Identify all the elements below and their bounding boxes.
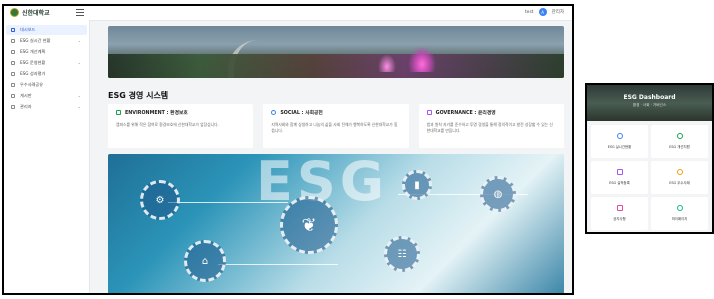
card-body: 캠퍼스를 위해 작은 참여로 환경보호에 신한대학교가 앞장섭니다.	[116, 122, 219, 127]
tile-label: 마이페이지	[671, 217, 688, 221]
bank-icon: ⌂	[184, 240, 226, 282]
sidebar-item-evaluation[interactable]: ESG 성과평가	[6, 69, 87, 79]
mobile-subtitle: 환경 · 사회 · 거버넌스	[632, 103, 667, 107]
chevron-down-icon: ⌄	[77, 38, 81, 43]
dashboard-icon	[11, 28, 15, 32]
network-icon: ☷	[384, 236, 420, 272]
board-icon	[11, 94, 15, 98]
megaphone-icon	[616, 205, 623, 211]
pie-chart-icon	[11, 39, 15, 43]
avatar[interactable]: A	[538, 8, 547, 16]
sidebar-item-board[interactable]: 게시판 ⌄	[6, 91, 87, 101]
sidebar-item-label: ESG 성과평가	[20, 71, 46, 76]
sidebar-item-label: ESG 개선계획	[20, 49, 46, 54]
campus-hero-image	[108, 26, 564, 78]
sidebar-item-label: ESG 실시간 현황	[20, 38, 51, 43]
sidebar-item-realtime[interactable]: ESG 실시간 현황 ⌄	[6, 36, 87, 46]
card-title: ENVIRONMENT : 환경보호	[125, 111, 188, 116]
sidebar-item-improvement[interactable]: ESG 개선계획	[6, 47, 87, 57]
tile-label: ESG 실시간현황	[607, 145, 632, 149]
lightbulb-icon	[11, 50, 15, 54]
lightbulb-icon	[676, 133, 683, 139]
chevron-down-icon: ⌄	[77, 93, 81, 98]
mobile-menu-grid: ESG 실시간현황 ESG 개선지원 ESG 실적등록 ESG 우수사례 공지사…	[591, 125, 708, 230]
tile-mypage[interactable]: 마이페이지	[651, 197, 708, 230]
chevron-down-icon: ⌄	[77, 104, 81, 109]
tile-label: ESG 개선지원	[669, 145, 690, 149]
bar-chart-icon: ▮	[402, 170, 432, 200]
card-title: GOVERNANCE : 윤리경영	[435, 111, 496, 116]
clock-icon	[616, 133, 623, 139]
mobile-title: ESG Dashboard	[623, 94, 676, 101]
gears-icon: ⚙	[140, 180, 180, 220]
esg-cards: ENVIRONMENT : 환경보호 캠퍼스를 위해 작은 참여로 환경보호에 …	[108, 104, 564, 148]
sidebar: 대시보드 ESG 실시간 현황 ⌄ ESG 개선계획 ESG 운영현황 ⌄ ES…	[4, 20, 90, 293]
sidebar-item-label: 관리자	[20, 104, 32, 109]
card-body: 지역사회와 함께 상생하고 나눔의 삶을 사회 전체가 행복하도록 신한대학교가…	[271, 122, 398, 133]
logo-text: 신한대학교	[22, 10, 50, 17]
tile-realtime[interactable]: ESG 실시간현황	[591, 125, 648, 158]
leaf-icon: ❦	[280, 196, 338, 254]
tile-label: ESG 우수사례	[669, 181, 690, 185]
tile-best-practice[interactable]: ESG 우수사례	[651, 161, 708, 194]
sidebar-item-operation[interactable]: ESG 운영현황 ⌄	[6, 58, 87, 68]
sidebar-item-label: 대시보드	[20, 27, 36, 32]
sidebar-item-label: 게시판	[20, 93, 32, 98]
card-title: SOCIAL : 사회공헌	[280, 111, 323, 116]
globe-icon: ◍	[480, 176, 516, 212]
star-icon	[11, 83, 15, 87]
people-icon	[271, 110, 277, 115]
tile-label: 공지사항	[613, 217, 626, 221]
building-icon	[426, 110, 432, 115]
document-icon	[616, 169, 623, 175]
environment-card: ENVIRONMENT : 환경보호 캠퍼스를 위해 작은 참여로 환경보호에 …	[108, 104, 254, 148]
user-icon	[676, 205, 683, 211]
chevron-down-icon: ⌄	[77, 60, 81, 65]
mobile-hero: ESG Dashboard 환경 · 사회 · 거버넌스	[587, 85, 712, 121]
tile-register[interactable]: ESG 실적등록	[591, 161, 648, 194]
tile-label: ESG 실적등록	[609, 181, 630, 185]
university-emblem-icon	[10, 8, 19, 17]
governance-card: GOVERNANCE : 윤리경영 법과 원칙 지키를 준수하고 투명 경영을 …	[418, 104, 564, 148]
esg-banner-image: ESG ⚙ ▮ ◍ ❦ ⌂ ☷	[108, 154, 564, 293]
social-card: SOCIAL : 사회공헌 지역사회와 함께 상생하고 나눔의 삶을 사회 전체…	[263, 104, 409, 148]
sidebar-item-dashboard[interactable]: 대시보드	[6, 25, 87, 35]
card-body: 법과 원칙 지키를 준수하고 투명 경영을 통해 정의적이고 발전 성장할 수 …	[426, 122, 553, 133]
sidebar-item-best-practice[interactable]: 우수사례공유	[6, 80, 87, 90]
desktop-screen: 신한대학교 test A 관리자 대시보드 ESG 실시간 현황 ⌄ ESG 개…	[2, 4, 574, 295]
user-area: test A 관리자	[525, 8, 564, 16]
top-bar: 신한대학교 test A 관리자	[4, 6, 572, 21]
menu-toggle-icon[interactable]	[76, 9, 84, 16]
tile-notice[interactable]: 공지사항	[591, 197, 648, 230]
leaf-icon	[116, 110, 121, 115]
sidebar-item-admin[interactable]: 관리자 ⌄	[6, 102, 87, 112]
sidebar-item-label: ESG 운영현황	[20, 60, 46, 65]
sidebar-item-label: 우수사례공유	[20, 82, 44, 87]
award-icon	[676, 169, 683, 175]
document-icon	[11, 61, 15, 65]
mobile-screen: ESG Dashboard 환경 · 사회 · 거버넌스 ESG 실시간현황 E…	[585, 83, 714, 234]
tile-improvement[interactable]: ESG 개선지원	[651, 125, 708, 158]
logo[interactable]: 신한대학교	[10, 8, 50, 17]
settings-icon	[11, 105, 15, 109]
user-role[interactable]: 관리자	[552, 9, 564, 15]
page-title: ESG 경영 시스템	[108, 91, 169, 100]
chart-icon	[11, 72, 15, 76]
user-name: test	[524, 9, 534, 15]
main-content: ESG 경영 시스템 ENVIRONMENT : 환경보호 캠퍼스를 위해 작은…	[90, 20, 572, 293]
